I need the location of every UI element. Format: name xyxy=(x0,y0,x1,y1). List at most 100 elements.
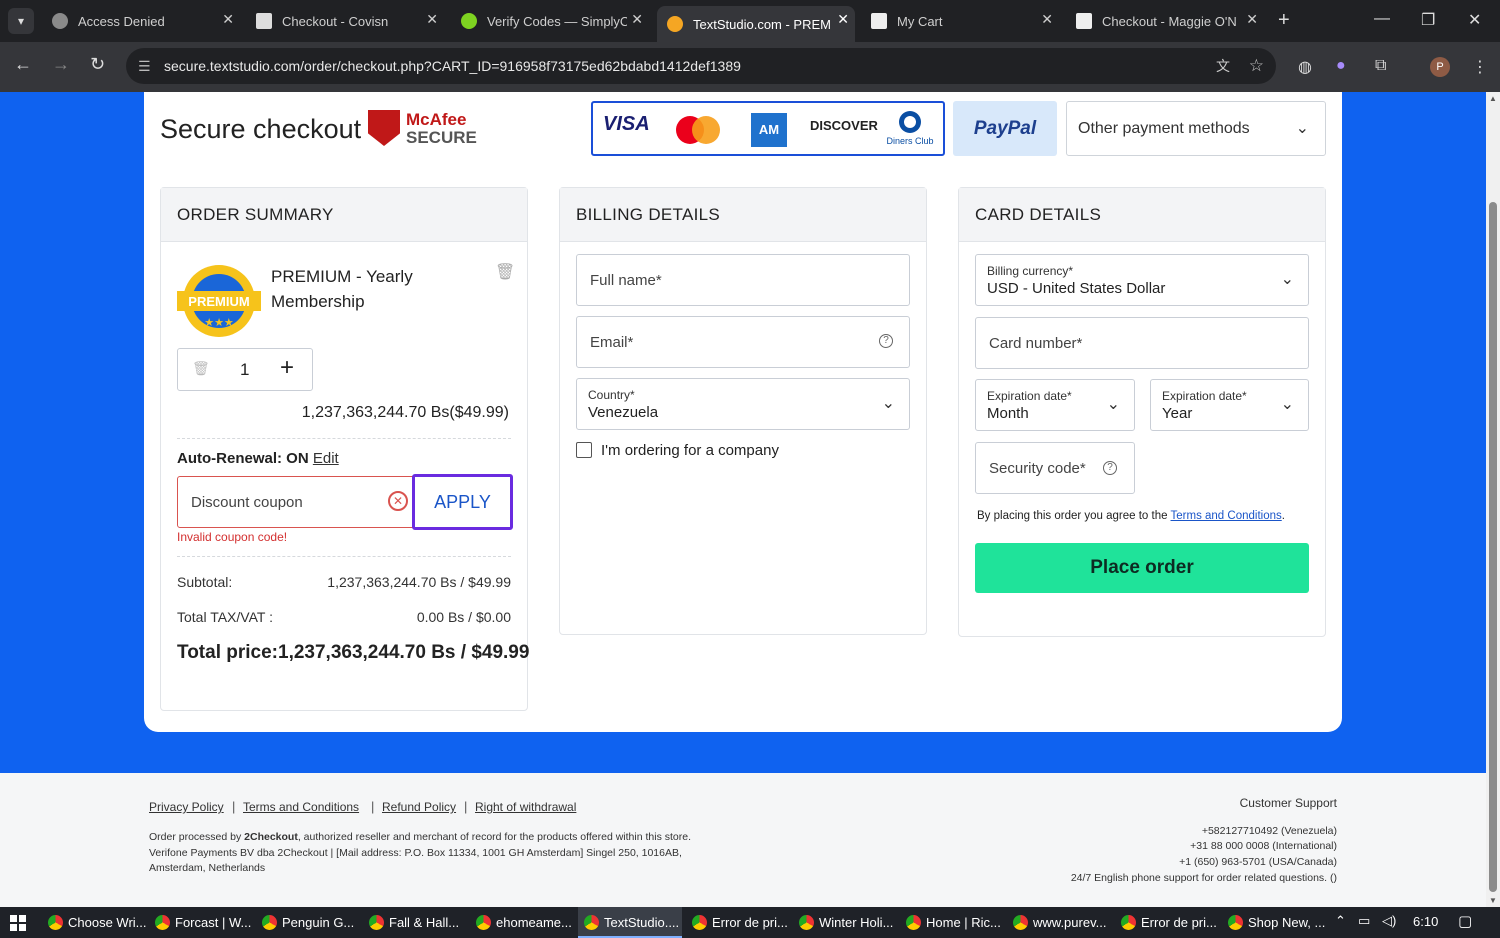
notifications-icon[interactable]: ▢ xyxy=(1458,912,1472,930)
tab-checkout-maggie[interactable]: Checkout - Maggie O'N ✕ xyxy=(1066,6,1264,36)
site-favicon-icon xyxy=(256,13,272,29)
network-icon[interactable]: ▭ xyxy=(1358,913,1370,929)
volume-icon[interactable]: ◁) xyxy=(1382,913,1396,929)
taskbar-item[interactable]: Error de pri... xyxy=(686,907,790,938)
divider xyxy=(177,556,511,557)
tab-textstudio[interactable]: TextStudio.com - PREM ✕ xyxy=(657,6,855,42)
taskbar-item[interactable]: Choose Wri... xyxy=(42,907,146,938)
billing-details-panel: BILLING DETAILS Full name* Email* ? Coun… xyxy=(559,187,927,635)
site-favicon-icon xyxy=(871,13,887,29)
taskbar-item[interactable]: Error de pri... xyxy=(1115,907,1219,938)
visa-logo: VISA xyxy=(603,113,650,135)
apply-coupon-button[interactable]: APPLY xyxy=(412,474,513,530)
expiration-month-select[interactable]: Expiration date* Month ⌄ xyxy=(975,379,1135,431)
extension-icon[interactable]: ● xyxy=(1336,57,1346,75)
decrease-trash-icon[interactable]: 🗑 xyxy=(192,360,210,377)
privacy-policy-link[interactable]: Privacy Policy xyxy=(149,800,224,814)
close-tab-icon[interactable]: ✕ xyxy=(1041,11,1053,28)
close-tab-icon[interactable]: ✕ xyxy=(426,11,438,28)
increase-plus-icon[interactable]: + xyxy=(280,354,294,382)
close-tab-icon[interactable]: ✕ xyxy=(222,11,234,28)
bookmark-star-icon[interactable]: ☆ xyxy=(1249,48,1264,84)
chrome-icon xyxy=(262,915,277,930)
tab-my-cart[interactable]: My Cart ✕ xyxy=(861,6,1059,36)
minimize-button[interactable]: — xyxy=(1374,10,1390,28)
close-tab-icon[interactable]: ✕ xyxy=(631,11,643,28)
chrome-icon xyxy=(692,915,707,930)
discount-coupon-input[interactable]: Discount coupon ✕ xyxy=(177,476,413,528)
clock-time[interactable]: 6:10 xyxy=(1413,914,1438,929)
check-favicon-icon xyxy=(461,13,477,29)
help-question-icon[interactable]: ? xyxy=(1103,461,1117,475)
extensions-puzzle-icon[interactable]: ⧉ xyxy=(1375,57,1386,75)
address-bar[interactable]: ☰ secure.textstudio.com/order/checkout.p… xyxy=(126,48,1276,84)
close-window-button[interactable]: ✕ xyxy=(1468,10,1481,30)
order-summary-panel: ORDER SUMMARY PREMIUM ★★★ PREMIUM - Year… xyxy=(160,187,529,711)
tax-label: Total TAX/VAT : xyxy=(177,609,273,625)
translate-icon[interactable]: 文 xyxy=(1216,48,1230,84)
paypal-payment-method[interactable]: PayPal xyxy=(953,101,1057,156)
security-code-field[interactable]: Security code* ? xyxy=(975,442,1135,494)
terms-and-conditions-link[interactable]: Terms and Conditions xyxy=(1171,510,1282,522)
tray-chevron-up-icon[interactable]: ⌃ xyxy=(1335,913,1346,929)
taskbar-item[interactable]: Shop New, ... xyxy=(1222,907,1326,938)
remove-item-trash-icon[interactable]: 🗑 xyxy=(495,262,515,282)
page-scrollbar[interactable]: ▲ ▼ xyxy=(1486,92,1500,907)
forward-icon[interactable]: → xyxy=(52,54,70,75)
new-tab-button[interactable]: + xyxy=(1278,9,1290,32)
full-name-field[interactable]: Full name* xyxy=(576,254,910,306)
chrome-icon xyxy=(369,915,384,930)
card-number-field[interactable]: Card number* xyxy=(975,317,1309,369)
card-payment-method[interactable]: VISA AM DISCOVER Diners Club xyxy=(591,101,945,156)
site-info-icon[interactable]: ☰ xyxy=(138,48,151,84)
taskbar-item[interactable]: Home | Ric... xyxy=(900,907,1004,938)
taskbar-item[interactable]: Penguin G... xyxy=(256,907,360,938)
place-order-button[interactable]: Place order xyxy=(975,543,1309,593)
country-select[interactable]: Country* Venezuela ⌄ xyxy=(576,378,910,430)
close-tab-icon[interactable]: ✕ xyxy=(837,11,849,28)
right-of-withdrawal-link[interactable]: Right of withdrawal xyxy=(475,800,576,814)
terms-link[interactable]: Terms and Conditions xyxy=(243,800,359,814)
customer-support-title: Customer Support xyxy=(1239,796,1337,810)
company-checkbox-label[interactable]: I'm ordering for a company xyxy=(601,442,779,459)
browser-toolbar: ← → ↻ ☰ secure.textstudio.com/order/chec… xyxy=(0,42,1500,92)
other-payment-methods-dropdown[interactable]: Other payment methods ⌄ xyxy=(1066,101,1326,156)
menu-kebab-icon[interactable]: ⋮ xyxy=(1472,57,1488,77)
chrome-icon xyxy=(906,915,921,930)
reload-icon[interactable]: ↻ xyxy=(90,54,105,75)
email-field[interactable]: Email* ? xyxy=(576,316,910,368)
windows-start-icon[interactable] xyxy=(10,915,26,931)
profile-avatar[interactable]: P xyxy=(1430,57,1450,77)
chrome-icon xyxy=(155,915,170,930)
clear-coupon-icon[interactable]: ✕ xyxy=(388,491,408,511)
scroll-down-icon[interactable]: ▼ xyxy=(1489,896,1497,905)
help-question-icon[interactable]: ? xyxy=(879,334,893,348)
tab-checkout-covisn[interactable]: Checkout - Covisn ✕ xyxy=(246,6,444,36)
card-details-heading: CARD DETAILS xyxy=(959,188,1325,242)
refund-policy-link[interactable]: Refund Policy xyxy=(382,800,456,814)
world-icon[interactable]: ◍ xyxy=(1298,57,1312,77)
taskbar-item[interactable]: ehomeame... xyxy=(470,907,574,938)
edit-auto-renewal-link[interactable]: Edit xyxy=(313,450,339,467)
tab-access-denied[interactable]: Access Denied ✕ xyxy=(42,6,240,36)
globe-icon xyxy=(52,13,68,29)
scrollbar-thumb[interactable] xyxy=(1489,202,1497,892)
page-footer: Privacy Policy | Terms and Conditions | … xyxy=(0,773,1486,907)
scroll-up-icon[interactable]: ▲ xyxy=(1489,94,1497,103)
premium-badge-text: PREMIUM xyxy=(188,294,249,309)
taskbar-item[interactable]: Winter Holi... xyxy=(793,907,897,938)
billing-currency-select[interactable]: Billing currency* USD - United States Do… xyxy=(975,254,1309,306)
tab-verify-codes[interactable]: Verify Codes — SimplyC ✕ xyxy=(451,6,649,36)
company-checkbox[interactable] xyxy=(576,442,592,458)
restore-button[interactable]: ❐ xyxy=(1421,10,1435,30)
quantity-value[interactable]: 1 xyxy=(240,360,249,380)
taskbar-item[interactable]: Fall & Hall... xyxy=(363,907,467,938)
close-tab-icon[interactable]: ✕ xyxy=(1246,11,1258,28)
taskbar-item[interactable]: Forcast | W... xyxy=(149,907,253,938)
expiration-year-select[interactable]: Expiration date* Year ⌄ xyxy=(1150,379,1309,431)
page-title: Secure checkout xyxy=(160,114,362,144)
taskbar-item-active[interactable]: TextStudio.... xyxy=(578,907,682,938)
taskbar-item[interactable]: www.purev... xyxy=(1007,907,1111,938)
back-icon[interactable]: ← xyxy=(14,54,32,75)
tab-search-button[interactable]: ▾ xyxy=(8,8,34,34)
